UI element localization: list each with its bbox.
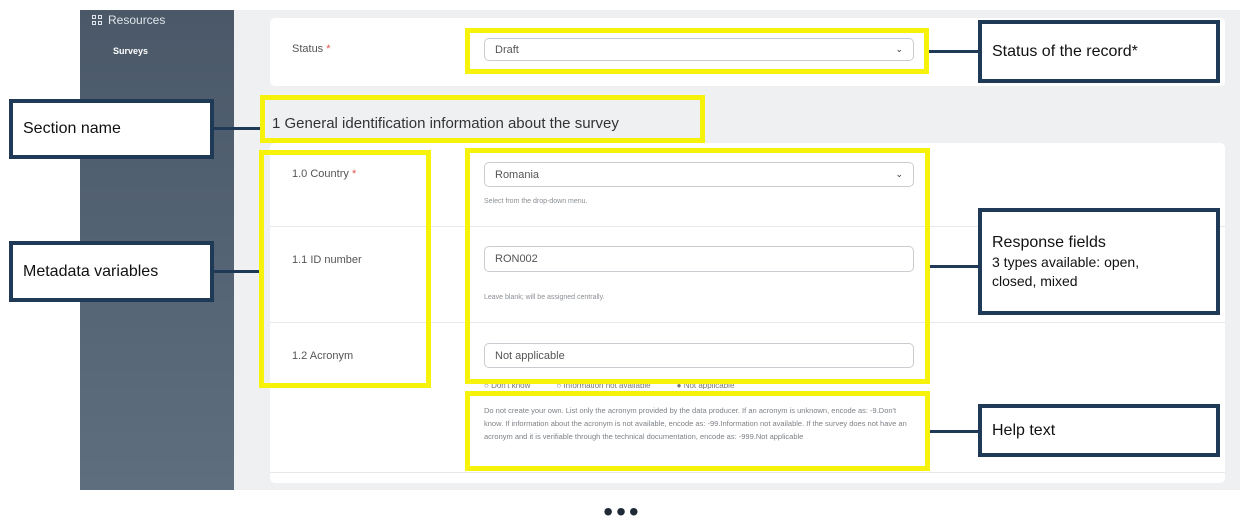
highlight-metadata-variables <box>259 150 431 388</box>
sidebar-item-surveys[interactable]: Surveys <box>113 46 148 56</box>
highlight-response-fields <box>465 148 930 384</box>
callout-metadata-variables: Metadata variables <box>9 241 214 302</box>
callout-response-fields: Response fields 3 types available: open,… <box>978 208 1220 315</box>
connector-section <box>214 127 260 130</box>
highlight-section-name <box>260 95 705 143</box>
callout-status: Status of the record* <box>978 20 1220 83</box>
status-label: Status * <box>292 43 331 55</box>
callout-section-name: Section name <box>9 99 214 159</box>
highlight-status <box>465 28 929 74</box>
connector-status <box>929 50 980 53</box>
connector-metadata <box>214 270 259 273</box>
grid-icon <box>92 15 102 25</box>
highlight-help-text <box>465 391 930 471</box>
callout-response-desc: closed, mixed <box>992 272 1078 289</box>
connector-help <box>930 430 978 433</box>
ellipsis: ••• <box>603 496 642 527</box>
sidebar-item-label: Resources <box>108 13 166 27</box>
sidebar-item-resources[interactable]: Resources <box>92 13 165 27</box>
callout-response-title: Response fields <box>992 233 1106 251</box>
connector-response <box>930 265 978 268</box>
callout-response-desc: 3 types available: open, <box>992 253 1140 270</box>
divider <box>270 472 1225 473</box>
callout-help-text: Help text <box>978 404 1220 457</box>
